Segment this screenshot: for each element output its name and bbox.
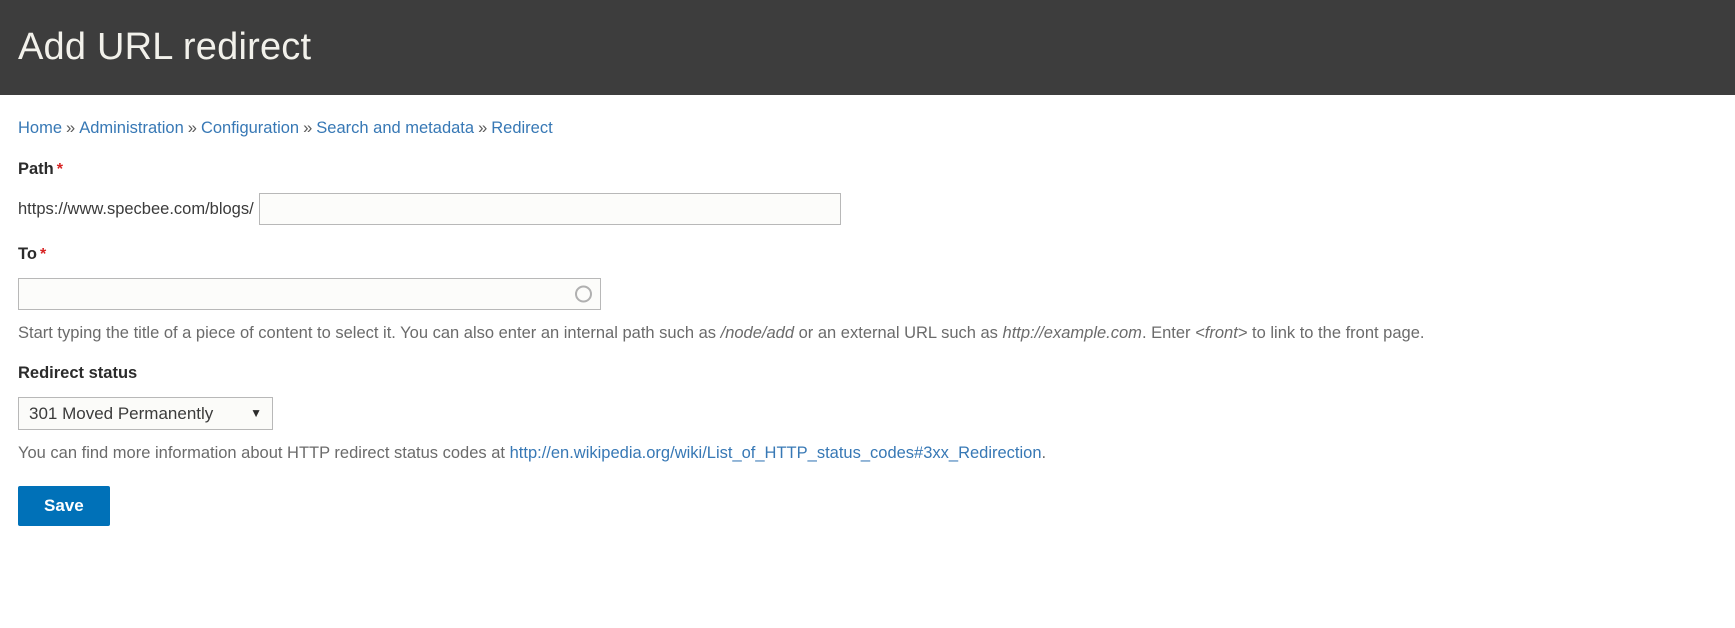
form-item-redirect-status: Redirect status 301 Moved Permanently ▼ … — [18, 364, 1717, 464]
breadcrumb-item-redirect[interactable]: Redirect — [491, 119, 552, 137]
to-description-em1: /node/add — [721, 324, 794, 342]
to-label: To* — [18, 245, 1717, 265]
redirect-status-select-wrapper[interactable]: 301 Moved Permanently ▼ — [18, 397, 273, 430]
breadcrumb-separator: » — [303, 119, 312, 137]
path-input[interactable] — [259, 193, 841, 225]
to-autocomplete-wrapper — [18, 278, 601, 310]
breadcrumb-item-configuration[interactable]: Configuration — [201, 119, 299, 137]
to-description-part3: . Enter — [1142, 324, 1195, 342]
path-label-text: Path — [18, 160, 54, 178]
redirect-status-description: You can find more information about HTTP… — [18, 442, 1717, 464]
to-description-part1: Start typing the title of a piece of con… — [18, 324, 721, 342]
breadcrumb: Home»Administration»Configuration»Search… — [18, 95, 1717, 140]
redirect-status-label: Redirect status — [18, 364, 1717, 384]
breadcrumb-separator: » — [188, 119, 197, 137]
breadcrumb-item-administration[interactable]: Administration — [79, 119, 184, 137]
add-url-redirect-form: Path* https://www.specbee.com/blogs/ To*… — [18, 160, 1717, 525]
form-item-path: Path* https://www.specbee.com/blogs/ — [18, 160, 1717, 225]
form-item-to: To* Start typing the title of a piece of… — [18, 245, 1717, 344]
to-description-em2: http://example.com — [1003, 324, 1142, 342]
path-label: Path* — [18, 160, 1717, 180]
save-button[interactable]: Save — [18, 486, 110, 526]
to-description-part2: or an external URL such as — [794, 324, 1003, 342]
form-actions: Save — [18, 486, 1717, 526]
redirect-status-select[interactable]: 301 Moved Permanently — [18, 397, 273, 430]
http-status-codes-link[interactable]: http://en.wikipedia.org/wiki/List_of_HTT… — [510, 444, 1042, 462]
to-description-em3: <front> — [1195, 324, 1247, 342]
to-required-marker: * — [40, 246, 46, 263]
redirect-status-description-part2: . — [1042, 444, 1047, 462]
redirect-status-description-part1: You can find more information about HTTP… — [18, 444, 510, 462]
page-title: Add URL redirect — [18, 27, 311, 69]
breadcrumb-separator: » — [478, 119, 487, 137]
path-required-marker: * — [57, 161, 63, 178]
path-prefix-text: https://www.specbee.com/blogs/ — [18, 201, 259, 218]
to-description-part4: to link to the front page. — [1247, 324, 1424, 342]
redirect-status-selected-value: 301 Moved Permanently — [29, 405, 213, 422]
to-label-text: To — [18, 245, 37, 263]
to-description: Start typing the title of a piece of con… — [18, 322, 1717, 344]
breadcrumb-item-home[interactable]: Home — [18, 119, 62, 137]
to-input[interactable] — [18, 278, 601, 310]
page-body: Home»Administration»Configuration»Search… — [0, 95, 1735, 526]
path-input-row: https://www.specbee.com/blogs/ — [18, 193, 1717, 225]
breadcrumb-separator: » — [66, 119, 75, 137]
breadcrumb-item-search-and-metadata[interactable]: Search and metadata — [316, 119, 474, 137]
page-header: Add URL redirect — [0, 0, 1735, 95]
